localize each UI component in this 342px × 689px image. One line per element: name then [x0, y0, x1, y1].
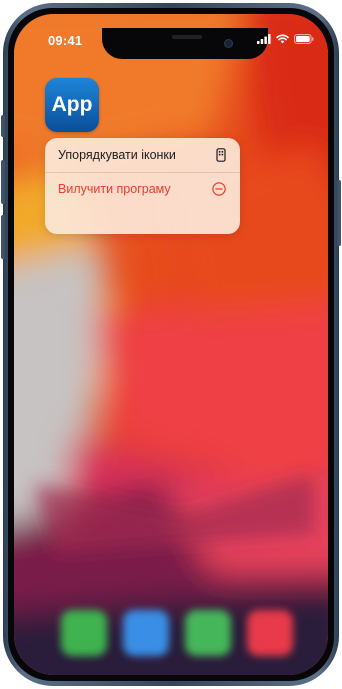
- menu-item-edit-home-screen[interactable]: Упорядкувати іконки: [45, 138, 240, 172]
- speaker-grille: [172, 35, 202, 39]
- notch: [102, 28, 268, 59]
- front-camera: [224, 39, 233, 48]
- menu-item-label: Вилучити програму: [58, 182, 171, 196]
- wifi-icon: [276, 34, 289, 44]
- music-app-icon[interactable]: [247, 610, 293, 656]
- volume-down-button: [1, 215, 5, 259]
- minus-circle-icon: [212, 182, 226, 196]
- app-icon-label: App: [51, 93, 93, 116]
- phone-screen-icon: [216, 148, 226, 162]
- phone-app-icon[interactable]: [61, 610, 107, 656]
- safari-app-icon[interactable]: [123, 610, 169, 656]
- battery-icon: [294, 34, 314, 44]
- menu-item-label: Упорядкувати іконки: [58, 148, 176, 162]
- volume-up-button: [1, 160, 5, 204]
- context-menu: Упорядкувати іконки Вилучити програму: [45, 138, 240, 234]
- side-button: [337, 180, 341, 246]
- silent-switch: [1, 115, 5, 137]
- cellular-signal-icon: [257, 34, 271, 44]
- messages-app-icon[interactable]: [185, 610, 231, 656]
- menu-item-remove-app[interactable]: Вилучити програму: [45, 172, 240, 206]
- status-time: 09:41: [48, 33, 83, 48]
- dock: [61, 610, 309, 658]
- status-icons: [257, 34, 314, 44]
- app-icon[interactable]: App: [45, 78, 99, 132]
